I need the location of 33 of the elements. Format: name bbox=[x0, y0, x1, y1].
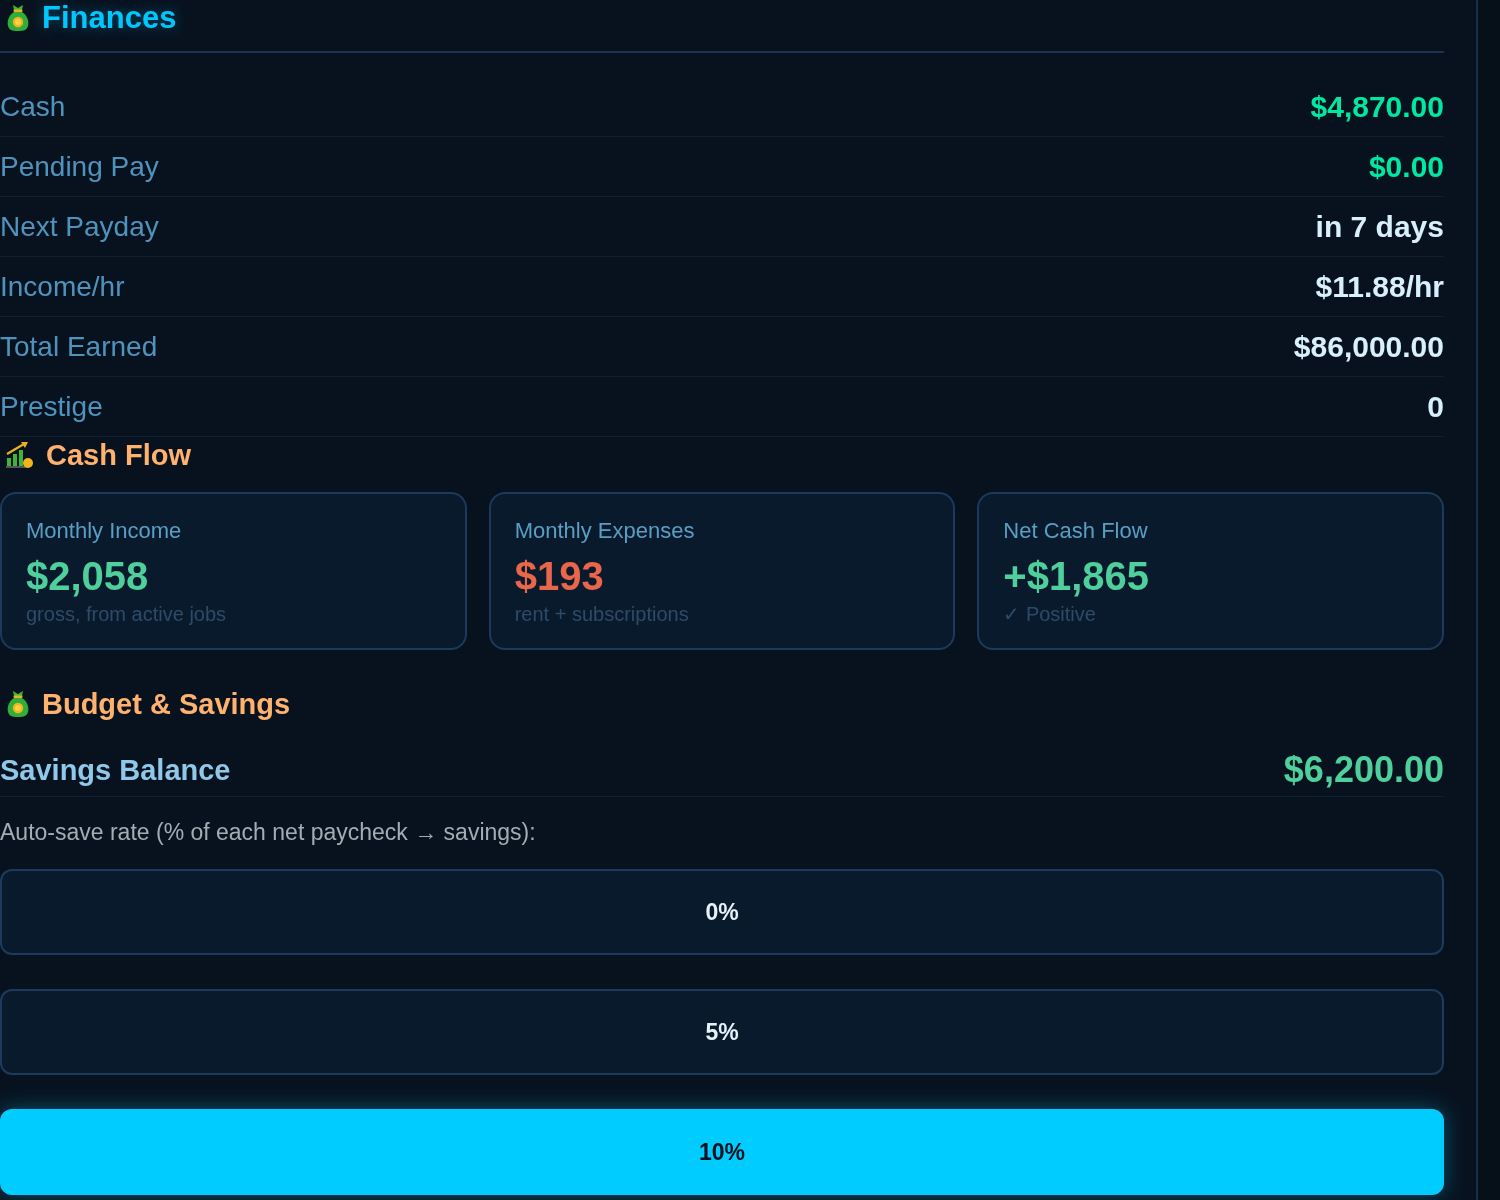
card-label: Net Cash Flow bbox=[1003, 517, 1149, 545]
stat-label: Total Earned bbox=[0, 329, 158, 364]
auto-save-label: Auto-save rate (% of each net paycheck → savings): bbox=[0, 818, 537, 847]
bar-chart-icon bbox=[4, 441, 34, 469]
stat-label: Pending Pay bbox=[0, 149, 159, 184]
money-bag-icon bbox=[6, 4, 30, 32]
stat-value: $86,000.00 bbox=[1293, 329, 1444, 364]
card-value: $193 bbox=[514, 554, 605, 598]
section-title: Budget & Savings bbox=[42, 687, 291, 722]
stat-value: $4,870.00 bbox=[1310, 89, 1444, 124]
stat-label: Prestige bbox=[0, 389, 103, 424]
stat-value: 0 bbox=[1427, 389, 1444, 424]
card-label: Monthly Expenses bbox=[514, 517, 696, 545]
savings-amount: $6,200.00 bbox=[1283, 752, 1444, 788]
stat-value: $0.00 bbox=[1368, 149, 1444, 184]
card-value: $2,058 bbox=[26, 554, 150, 598]
section-title: Finances bbox=[42, 0, 177, 36]
card-label: Monthly Income bbox=[26, 517, 183, 545]
stat-value: in 7 days bbox=[1315, 209, 1444, 244]
stat-value: $11.88/hr bbox=[1315, 269, 1444, 304]
stat-label: Cash bbox=[0, 89, 66, 124]
savings-label: Savings Balance bbox=[0, 753, 231, 788]
card-note: gross, from active jobs bbox=[26, 602, 228, 627]
card-value: +$1,865 bbox=[1003, 554, 1151, 598]
section-title: Cash Flow bbox=[46, 438, 191, 473]
rate-option-button[interactable]: 10% bbox=[0, 1109, 1444, 1195]
stat-label: Next Payday bbox=[0, 209, 159, 244]
rate-option-button[interactable]: 5% bbox=[0, 989, 1444, 1075]
money-bag-icon bbox=[6, 690, 30, 718]
card-note: rent + subscriptions bbox=[514, 602, 690, 627]
stat-label: Income/hr bbox=[0, 269, 125, 304]
rate-option-button[interactable]: 0% bbox=[0, 869, 1444, 955]
card-note: ✓ Positive bbox=[1003, 602, 1097, 627]
